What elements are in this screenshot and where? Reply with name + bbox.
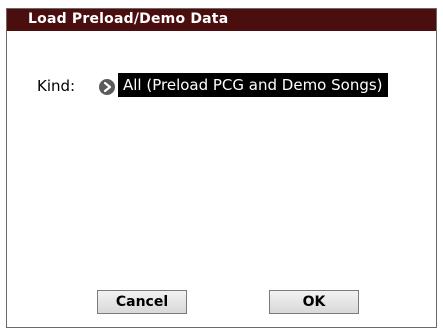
arrow-right-circle-icon[interactable] xyxy=(99,79,115,95)
load-preload-demo-dialog: Load Preload/Demo Data Kind: All (Preloa… xyxy=(6,8,437,328)
kind-label: Kind: xyxy=(37,77,76,95)
cancel-button[interactable]: Cancel xyxy=(97,290,187,314)
dialog-title: Load Preload/Demo Data xyxy=(28,11,229,27)
dialog-titlebar: Load Preload/Demo Data xyxy=(7,9,436,31)
ok-button[interactable]: OK xyxy=(269,290,359,314)
kind-select[interactable]: All (Preload PCG and Demo Songs) xyxy=(118,73,388,97)
